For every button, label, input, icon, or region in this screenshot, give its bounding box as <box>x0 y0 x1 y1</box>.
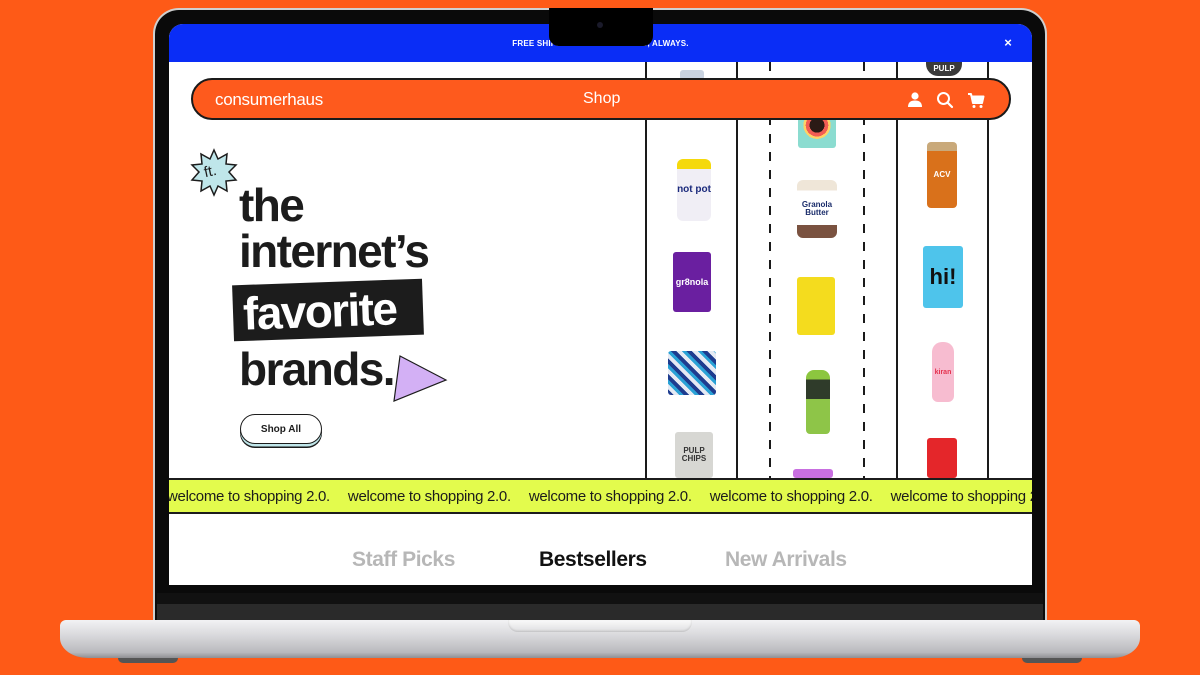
product-tabs: Staff Picks Bestsellers New Arrivals <box>169 544 1032 582</box>
headline-line: internet’s <box>239 225 430 277</box>
product-pulp[interactable]: PULP <box>926 62 962 76</box>
tab-staff-picks[interactable]: Staff Picks <box>352 548 455 572</box>
laptop-foot <box>1022 658 1082 663</box>
tab-new-arrivals[interactable]: New Arrivals <box>725 548 847 572</box>
tab-bestsellers[interactable]: Bestsellers <box>539 548 647 572</box>
marquee-item: welcome to shopping 2.0. <box>169 487 330 505</box>
ft-badge: ft. <box>189 148 239 198</box>
product-purple-pack[interactable] <box>793 469 833 478</box>
product-red-box[interactable] <box>927 438 957 478</box>
marquee-banner: welcome to shopping 2.0. welcome to shop… <box>169 478 1032 514</box>
column-divider-dashed <box>863 62 865 478</box>
camera-notch <box>549 8 653 46</box>
column-divider <box>896 62 898 478</box>
headline-line: the <box>239 179 305 231</box>
product-acv[interactable]: ACV <box>927 142 957 208</box>
camera-icon <box>597 22 603 28</box>
product-not-pot[interactable]: not pot <box>677 159 711 221</box>
close-icon[interactable]: × <box>1004 35 1012 50</box>
product-kiran[interactable]: kiran <box>932 342 954 402</box>
marquee-item: welcome to shopping 2.0. <box>709 487 873 505</box>
column-divider <box>736 62 738 478</box>
product-granola-butter[interactable]: Granola Butter <box>797 180 837 238</box>
marquee-item: welcome to shopping 2.0. <box>528 487 692 505</box>
headline-line-highlighted: favorite <box>242 282 398 340</box>
product-hot-sauce[interactable] <box>806 370 830 434</box>
headline-line: brands. <box>239 343 396 395</box>
logo[interactable]: consumerhaus <box>215 90 323 110</box>
column-divider <box>987 62 989 478</box>
cart-icon[interactable] <box>966 90 986 110</box>
hero-headline: the internet’s <box>239 179 430 277</box>
marquee-item: welcome to shopping 2.0. <box>347 487 511 505</box>
browser-screen: FREE SHIPPING ON ALL ORDERS, ALWAYS. × n… <box>169 24 1032 585</box>
product-hi[interactable]: hi! <box>923 246 963 308</box>
laptop-lid-notch <box>508 620 692 632</box>
nav-shop-link[interactable]: Shop <box>583 90 620 108</box>
laptop-base <box>60 620 1140 658</box>
search-icon[interactable] <box>935 90 955 110</box>
product-noodle-pack[interactable] <box>797 277 835 335</box>
product-patterned-box[interactable] <box>668 351 716 395</box>
column-divider <box>645 62 647 478</box>
main-nav: consumerhaus Shop <box>191 78 1011 120</box>
laptop-foot <box>118 658 178 663</box>
user-icon[interactable] <box>905 90 925 110</box>
shop-all-button[interactable]: Shop All <box>240 414 322 444</box>
marquee-item: welcome to shopping 2.0. <box>890 487 1032 505</box>
product-pulp-chips[interactable]: PULP CHIPS <box>675 432 713 478</box>
product-gr8nola[interactable]: gr8nola <box>673 252 711 312</box>
triangle-icon <box>393 355 448 402</box>
column-divider-dashed <box>769 62 771 478</box>
